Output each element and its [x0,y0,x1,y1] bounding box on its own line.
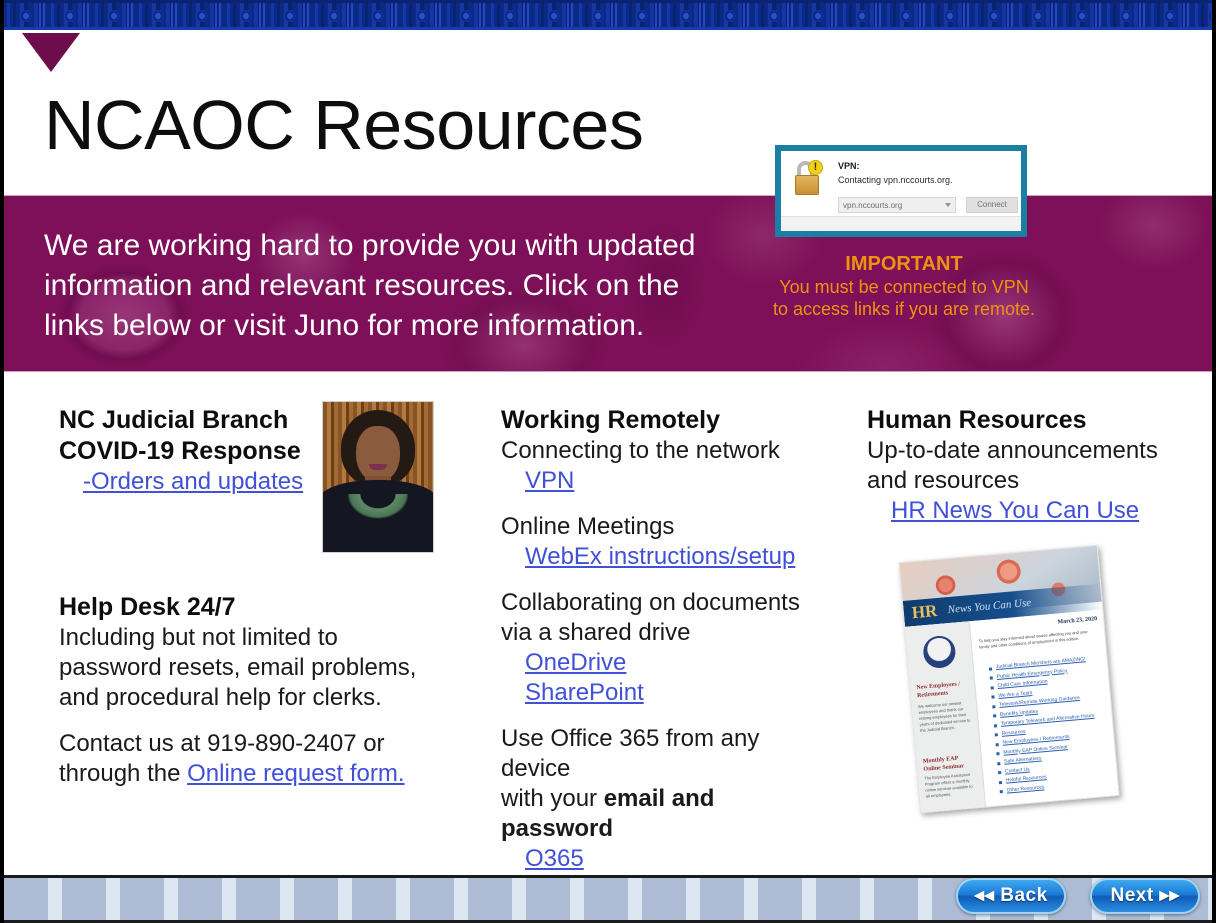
help-desk-section: Help Desk 24/7 Including but not limited… [59,592,419,789]
back-button-label: Back [1000,885,1048,906]
back-button[interactable]: ◂◂ Back [956,878,1066,914]
hr-logo: HR [911,601,939,623]
human-resources-section: Human Resources Up-to-date announcements… [867,405,1167,526]
contact-through-text: through the [59,760,188,787]
important-line-2: to access links if you are remote. [772,299,1036,319]
human-resources-heading: Human Resources [867,406,1087,434]
hr-newsletter-body: New Employees / Retirements We welcome o… [905,609,1119,813]
office365-label-line-2: with your email and password [501,784,831,844]
covid-heading-line-1: NC Judicial Branch [59,406,289,434]
portrait-face [356,426,400,482]
help-desk-heading: Help Desk 24/7 [59,593,236,621]
orders-and-updates-link[interactable]: -Orders and updates [83,467,303,497]
triangle-accent-icon [22,33,80,72]
slide-canvas: NCAOC Resources We are working hard to p… [0,0,1216,923]
vpn-link[interactable]: VPN [525,466,574,496]
hr-newsletter-thumbnail: HR News You Can Use New Employees / Reti… [898,544,1120,814]
important-note: IMPORTANT You must be connected to VPN t… [759,252,1049,320]
office365-plain-text: with your [501,785,604,812]
vpn-dialog-inner: ! VPN: Contacting vpn.nccourts.org. vpn.… [781,151,1021,231]
working-remotely-heading: Working Remotely [501,406,721,434]
office365-label-line-1: Use Office 365 from any device [501,725,760,782]
contact-line: Contact us at 919-890-2407 or [59,730,385,757]
contact-form-line: through the Online request form. [59,759,419,789]
hr-sidebar-text-2: The Employee Assistance Program offers a… [924,771,973,799]
chevron-down-icon [945,203,951,207]
hr-divider [992,795,1113,807]
padlock-warning-icon: ! [795,160,823,195]
online-request-form-link[interactable]: Online request form. [187,759,404,789]
webex-link[interactable]: WebEx instructions/setup [525,542,795,572]
judge-portrait-photo [322,401,434,553]
vpn-server-value: vpn.nccourts.org [843,201,903,210]
vpn-connect-button[interactable]: Connect [966,197,1018,213]
hr-sidebar-text-1: We welcome our newest employees and than… [917,700,971,733]
hr-issue-date: March 23, 2020 [1057,616,1098,626]
vpn-server-dropdown[interactable]: vpn.nccourts.org [838,197,956,213]
hr-news-link[interactable]: HR News You Can Use [891,496,1139,526]
vpn-dialog-title: VPN: [838,161,860,171]
important-line-1: You must be connected to VPN [779,277,1029,297]
top-decorative-banner [4,0,1212,30]
working-remotely-section: Working Remotely Connecting to the netwo… [501,405,831,923]
help-desk-body-line-3: and procedural help for clerks. [59,684,382,711]
warning-badge-icon: ! [808,160,823,175]
vpn-dialog-footer [781,216,1021,231]
sharepoint-link[interactable]: SharePoint [525,678,644,708]
hr-body-line-1: Up-to-date announcements [867,437,1158,464]
o365-link[interactable]: O365 [525,844,584,874]
help-desk-body-line-1: Including but not limited to [59,624,338,651]
help-desk-body-line-2: password resets, email problems, [59,654,417,681]
collaborating-label-line-2: via a shared drive [501,619,691,646]
vpn-dialog-screenshot: ! VPN: Contacting vpn.nccourts.org. vpn.… [775,145,1027,237]
next-button-label: Next [1110,885,1154,906]
covid-response-section: NC Judicial Branch COVID-19 Response -Or… [59,405,319,497]
vpn-dialog-status: Contacting vpn.nccourts.org. [838,175,953,185]
hr-link-list: Judicial Branch Members are AMAZING! Publ… [989,654,1112,796]
important-heading: IMPORTANT [845,253,963,275]
connecting-network-label: Connecting to the network [501,437,780,464]
online-meetings-label: Online Meetings [501,513,675,540]
onedrive-link[interactable]: OneDrive [525,648,626,678]
hr-body-line-2: and resources [867,467,1020,494]
intro-text: We are working hard to provide you with … [44,229,696,342]
double-left-chevron-icon: ◂◂ [974,885,995,906]
collaborating-label-line-1: Collaborating on documents [501,589,800,616]
next-button[interactable]: Next ▸▸ [1090,878,1200,914]
hr-intro-text: To help you stay informed about issues a… [978,628,1088,650]
covid-heading-line-2: COVID-19 Response [59,437,301,465]
page-title: NCAOC Resources [44,86,644,164]
padlock-body [795,175,819,195]
banner-bar-pattern [4,3,1212,27]
double-right-chevron-icon: ▸▸ [1159,885,1180,906]
